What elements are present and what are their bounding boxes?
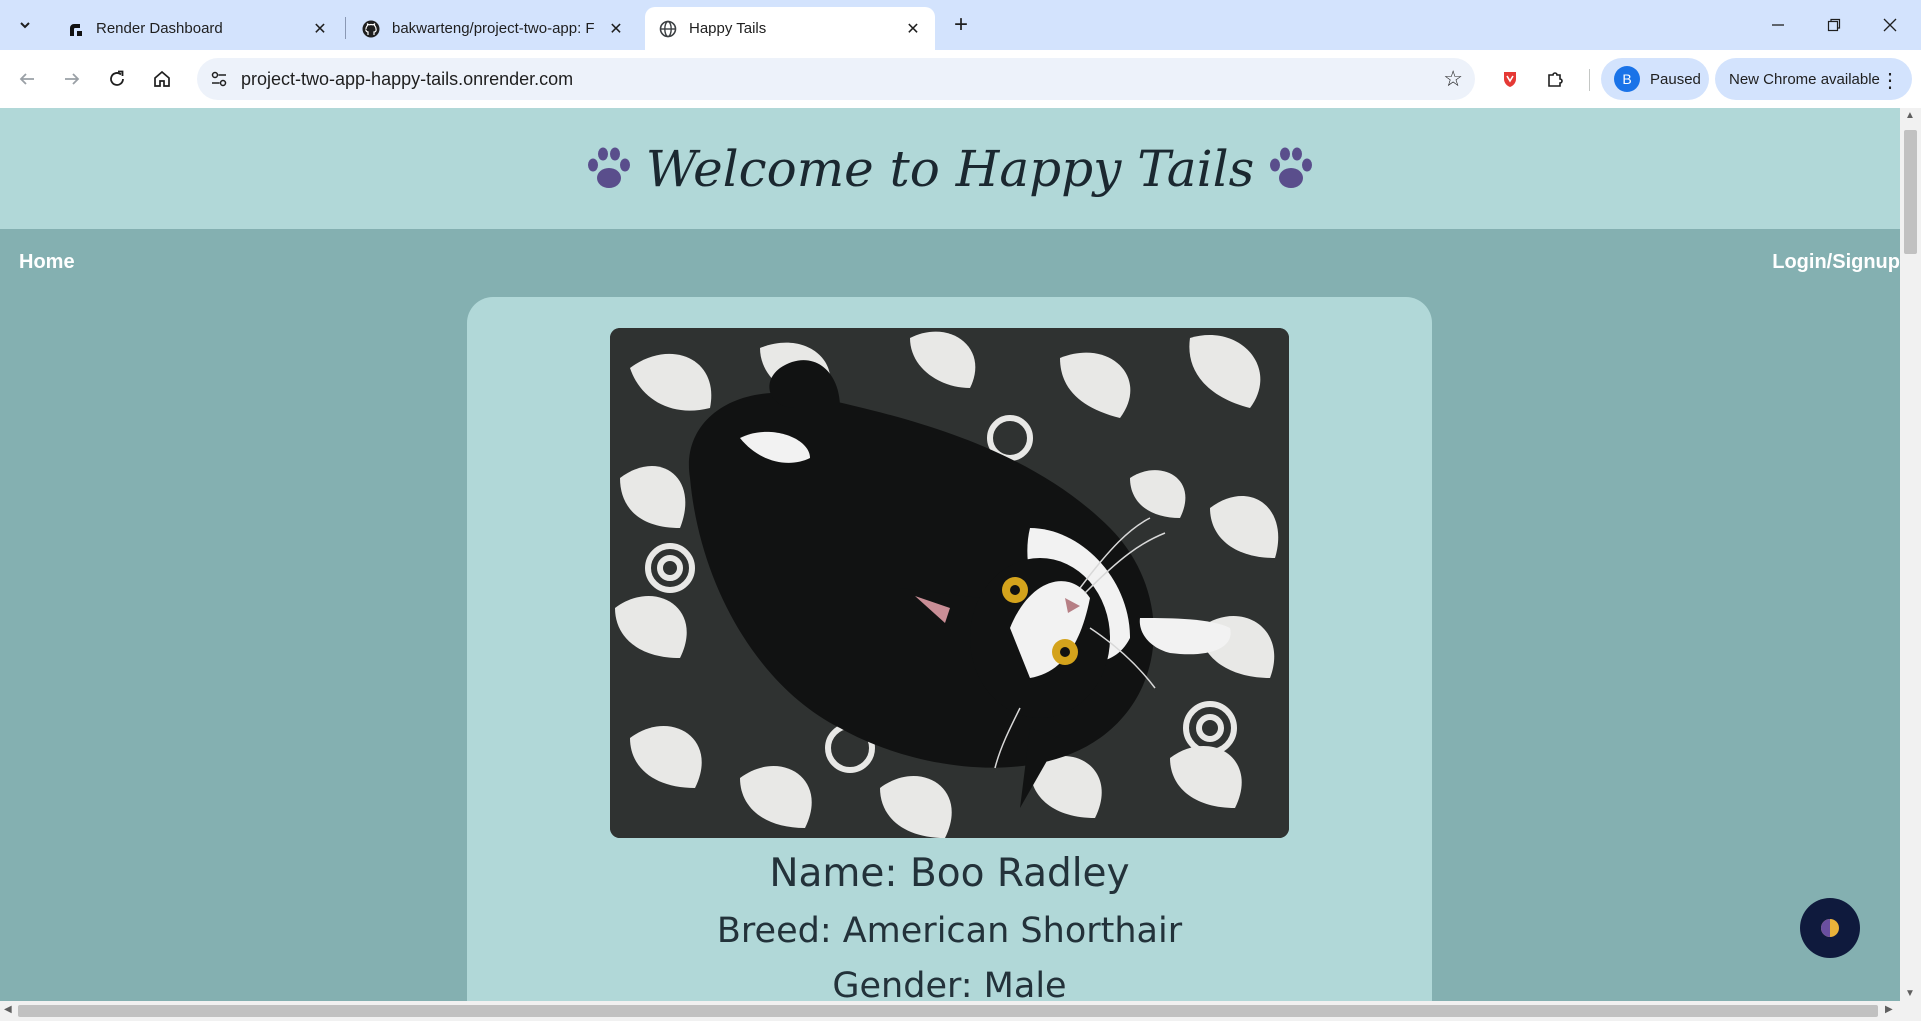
tab-search-button[interactable] <box>8 9 42 41</box>
paw-icon <box>587 147 630 188</box>
bookmark-star-icon[interactable]: ☆ <box>1443 66 1463 92</box>
page-title: Welcome to Happy Tails <box>645 139 1255 198</box>
site-title-wrap: Welcome to Happy Tails <box>572 140 1328 198</box>
tab-title: Render Dashboard <box>96 20 223 37</box>
close-window-button[interactable] <box>1862 0 1918 50</box>
scroll-left-icon[interactable]: ◀ <box>4 1004 12 1015</box>
nav-home-link[interactable]: Home <box>19 251 75 274</box>
page-viewport: Welcome to Happy Tails Home Login/Signup <box>0 108 1900 1001</box>
home-button[interactable] <box>145 62 179 96</box>
forward-button[interactable] <box>55 62 89 96</box>
arrow-left-icon <box>19 73 34 85</box>
pet-card: Name: Boo Radley Breed: American Shortha… <box>467 297 1432 1001</box>
nav-login-signup-link[interactable]: Login/Signup <box>1772 251 1900 274</box>
toolbar-divider <box>1589 69 1590 91</box>
paw-icon <box>1270 147 1313 188</box>
moon-icon <box>1821 919 1839 937</box>
close-icon[interactable]: ✕ <box>308 17 332 41</box>
extension-shield-icon[interactable] <box>1495 64 1525 94</box>
tab-github[interactable]: bakwarteng/project-two-app: F ✕ <box>348 7 638 50</box>
pet-photo <box>610 328 1289 838</box>
reload-button[interactable] <box>100 62 134 96</box>
restore-icon <box>1827 18 1841 32</box>
scroll-up-icon[interactable]: ▲ <box>1905 110 1915 121</box>
reload-icon <box>110 70 124 86</box>
render-icon <box>66 20 84 38</box>
tab-title: Happy Tails <box>689 20 767 37</box>
update-label: New Chrome available <box>1729 70 1880 88</box>
browser-tab-strip: Render Dashboard ✕ bakwarteng/project-tw… <box>0 0 1921 50</box>
extensions-puzzle-icon[interactable] <box>1540 64 1570 94</box>
new-tab-button[interactable]: + <box>944 9 978 41</box>
home-icon <box>154 70 170 87</box>
site-header: Welcome to Happy Tails <box>0 108 1900 229</box>
close-icon[interactable]: ✕ <box>604 17 628 41</box>
vertical-scrollbar[interactable]: ▲ ▼ <box>1900 108 1921 1001</box>
globe-icon <box>659 20 677 38</box>
horizontal-scroll-thumb[interactable] <box>18 1005 1878 1017</box>
github-icon <box>362 20 380 38</box>
avatar: B <box>1614 66 1640 92</box>
close-icon[interactable]: ✕ <box>901 17 925 41</box>
address-bar[interactable]: project-two-app-happy-tails.onrender.com… <box>197 58 1475 100</box>
back-button[interactable] <box>10 62 44 96</box>
update-chrome-button[interactable]: New Chrome available ⋮ <box>1715 58 1912 100</box>
plus-icon: + <box>953 11 968 38</box>
pet-breed: Breed: American Shorthair <box>716 911 1183 951</box>
arrow-right-icon <box>65 73 80 85</box>
tab-happy-tails[interactable]: Happy Tails ✕ <box>645 7 935 50</box>
tab-render-dashboard[interactable]: Render Dashboard ✕ <box>52 7 342 50</box>
close-icon <box>1883 18 1897 32</box>
chat-widget-button[interactable] <box>1800 898 1860 958</box>
vertical-scroll-thumb[interactable] <box>1904 130 1917 254</box>
horizontal-scrollbar[interactable]: ◀ ▶ <box>0 1001 1921 1021</box>
tab-title: bakwarteng/project-two-app: F <box>392 20 595 37</box>
chevron-down-icon <box>20 22 30 29</box>
browser-toolbar: project-two-app-happy-tails.onrender.com… <box>0 50 1921 108</box>
profile-button[interactable]: B Paused <box>1601 58 1709 100</box>
scroll-down-icon[interactable]: ▼ <box>1905 988 1915 999</box>
more-vert-icon[interactable]: ⋮ <box>1880 68 1900 93</box>
site-info-icon[interactable] <box>205 65 233 93</box>
minimize-button[interactable] <box>1750 0 1806 50</box>
pet-name: Name: Boo Radley <box>769 851 1130 896</box>
url-text: project-two-app-happy-tails.onrender.com <box>241 69 574 89</box>
pet-gender: Gender: Male <box>832 966 1067 1001</box>
tab-divider <box>345 17 346 39</box>
scroll-right-icon[interactable]: ▶ <box>1885 1004 1893 1015</box>
profile-status: Paused <box>1650 70 1701 88</box>
minimize-icon <box>1772 24 1784 26</box>
restore-button[interactable] <box>1806 0 1862 50</box>
